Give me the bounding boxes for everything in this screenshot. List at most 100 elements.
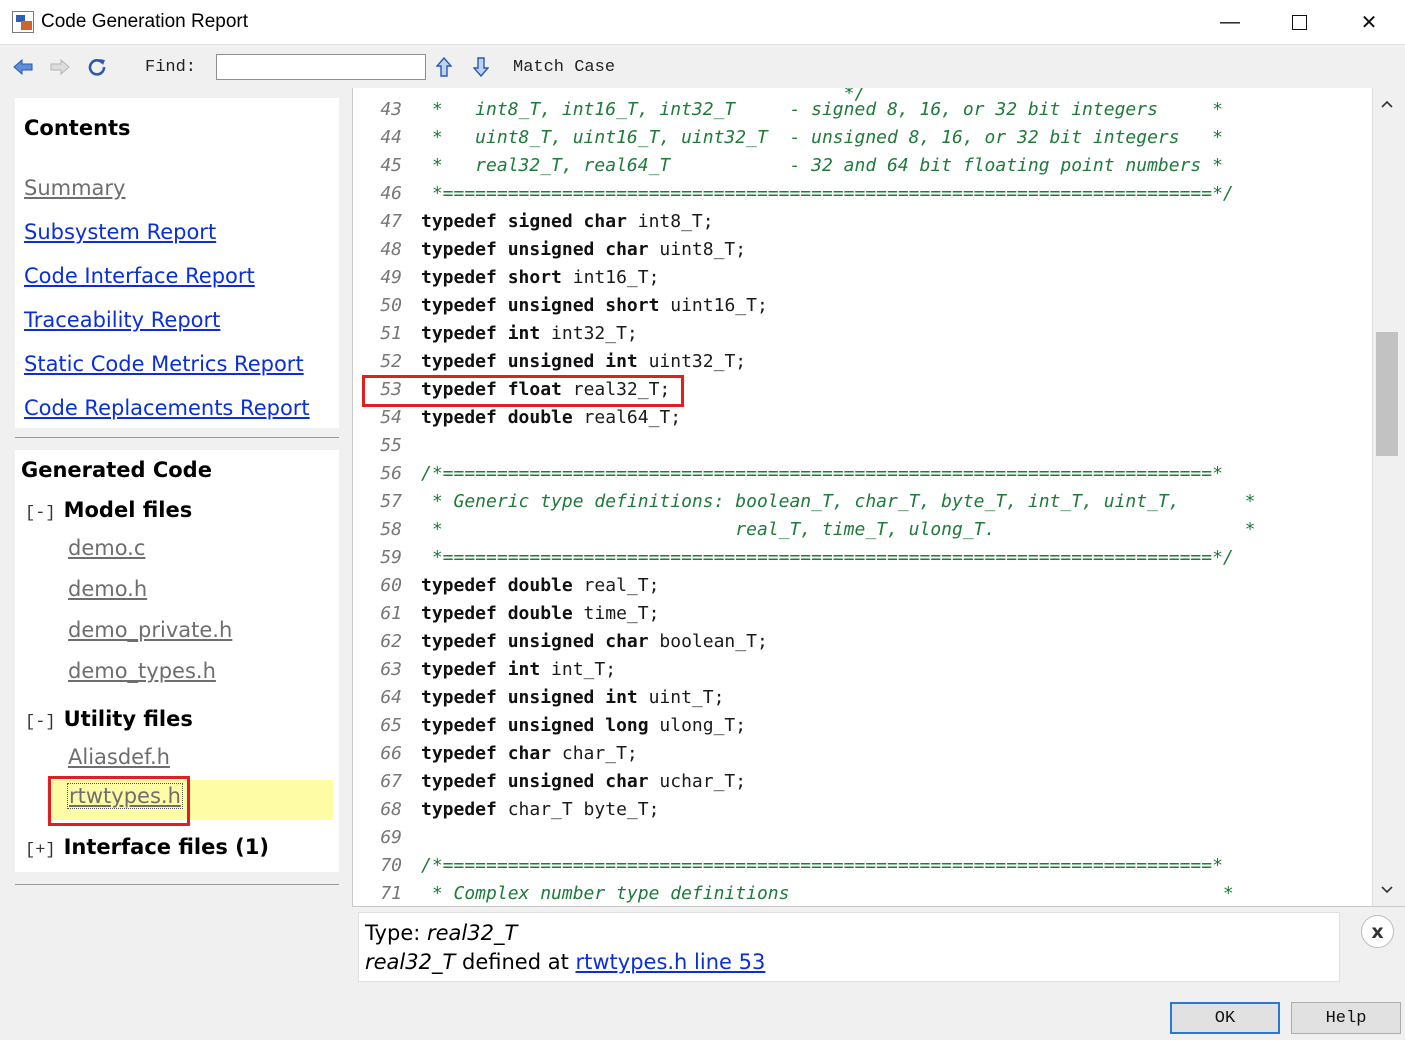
code-text: real_T;: [572, 575, 660, 596]
code-statement: typedef double real_T;: [421, 572, 659, 600]
code-statement: typedef unsigned short uint16_T;: [421, 292, 768, 320]
dialog-footer: OK Help: [0, 988, 1405, 1040]
refresh-icon[interactable]: [86, 56, 108, 78]
line-number: 66: [380, 743, 402, 764]
code-statement: typedef char char_T;: [421, 740, 638, 768]
line-number: 65: [380, 715, 402, 736]
contents-title: Contents: [24, 116, 131, 140]
help-button[interactable]: Help: [1291, 1002, 1401, 1034]
minimize-button[interactable]: —: [1195, 0, 1265, 45]
line-number: 48: [380, 239, 402, 260]
code-keyword: typedef int: [421, 659, 541, 680]
file-link-demo-h[interactable]: demo.h: [68, 577, 147, 601]
nav-link-subsystem-report[interactable]: Subsystem Report: [24, 220, 216, 244]
code-text: * uint8_T, uint16_T, uint32_T - unsigned…: [421, 127, 1223, 148]
file-link-demo-c[interactable]: demo.c: [68, 536, 145, 560]
nav-link-summary[interactable]: Summary: [24, 176, 125, 200]
code-text: uint8_T;: [648, 239, 747, 260]
line-number: 55: [380, 435, 402, 456]
code-text: int16_T;: [561, 267, 660, 288]
nav-link-static-code-metrics-report[interactable]: Static Code Metrics Report: [24, 352, 304, 376]
code-keyword: typedef int: [421, 323, 541, 344]
scroll-up-icon[interactable]: [1373, 90, 1401, 118]
code-keyword: typedef double: [421, 603, 573, 624]
definition-text: defined at: [455, 950, 576, 974]
close-info-button[interactable]: x: [1361, 915, 1394, 948]
code-text: int32_T;: [540, 323, 638, 344]
find-previous-icon[interactable]: [433, 56, 455, 78]
line-number: 43: [380, 99, 402, 120]
code-text: /*======================================…: [421, 463, 1223, 484]
line-number: 71: [380, 883, 402, 904]
generated-code-title: Generated Code: [21, 458, 212, 482]
code-text: time_T;: [572, 603, 660, 624]
definition-link[interactable]: rtwtypes.h line 53: [575, 950, 765, 974]
code-comment: * real32_T, real64_T - 32 and 64 bit flo…: [421, 152, 1223, 180]
code-keyword: typedef signed char: [421, 211, 627, 232]
nav-link-code-replacements-report[interactable]: Code Replacements Report: [24, 396, 310, 420]
file-link-demo-types-h[interactable]: demo_types.h: [68, 659, 216, 683]
scroll-thumb[interactable]: [1376, 332, 1398, 456]
code-keyword: typedef unsigned char: [421, 631, 649, 652]
close-window-button[interactable]: ✕: [1334, 0, 1404, 45]
line-number: 54: [380, 407, 402, 428]
find-input[interactable]: [216, 54, 426, 80]
file-link-rtwtypes-h[interactable]: rtwtypes.h: [67, 783, 183, 809]
scroll-down-icon[interactable]: [1373, 876, 1401, 904]
code-scrollbar[interactable]: [1372, 88, 1400, 906]
line-number: 61: [380, 603, 402, 624]
code-text: * real_T, time_T, ulong_T. *: [421, 519, 1256, 540]
type-value: real32_T: [427, 921, 518, 945]
maximize-button[interactable]: [1264, 0, 1334, 45]
close-icon: ✕: [1360, 12, 1378, 34]
code-view[interactable]: */ 43 * int8_T, int16_T, int32_T - signe…: [352, 88, 1372, 906]
code-keyword: typedef short: [421, 267, 562, 288]
nav-link-traceability-report[interactable]: Traceability Report: [24, 308, 220, 332]
code-text: *=======================================…: [421, 547, 1234, 568]
minimize-icon: —: [1220, 11, 1240, 33]
interface-files-toggle[interactable]: [+]: [25, 841, 56, 860]
app-icon: [12, 11, 34, 33]
line-number: 69: [380, 827, 402, 848]
code-text: *=======================================…: [421, 183, 1234, 204]
line-number: 46: [380, 183, 402, 204]
definition-info: real32_T defined at rtwtypes.h line 53: [365, 950, 765, 974]
model-files-toggle[interactable]: [-]: [25, 504, 56, 523]
code-keyword: typedef unsigned int: [421, 687, 638, 708]
code-text: * real32_T, real64_T - 32 and 64 bit flo…: [421, 155, 1223, 176]
line-number: 68: [380, 799, 402, 820]
code-text: boolean_T;: [648, 631, 768, 652]
code-text: uint_T;: [637, 687, 725, 708]
code-statement: typedef unsigned long ulong_T;: [421, 712, 746, 740]
line-number: 44: [380, 127, 402, 148]
code-statement: typedef double time_T;: [421, 600, 659, 628]
back-arrow-icon[interactable]: [12, 56, 34, 78]
type-label: Type:: [365, 921, 427, 945]
code-keyword: typedef unsigned long: [421, 715, 649, 736]
line-number: 51: [380, 323, 402, 344]
match-case-toggle[interactable]: Match Case: [513, 58, 615, 77]
line-number: 57: [380, 491, 402, 512]
file-link-demo-private-h[interactable]: demo_private.h: [68, 618, 232, 642]
code-statement: typedef signed char int8_T;: [421, 208, 714, 236]
code-text: * Complex number type definitions *: [421, 883, 1234, 904]
ok-button[interactable]: OK: [1170, 1002, 1280, 1034]
line-number: 53: [380, 379, 402, 400]
find-next-icon[interactable]: [470, 56, 492, 78]
code-keyword: typedef float: [421, 379, 562, 400]
toolbar: Find: Match Case: [0, 46, 1405, 88]
nav-link-code-interface-report[interactable]: Code Interface Report: [24, 264, 255, 288]
generated-code-panel: Generated Code [-] Model files demo.c de…: [15, 450, 339, 872]
code-keyword: typedef unsigned short: [421, 295, 660, 316]
code-comment: /*======================================…: [421, 852, 1223, 880]
title-bar: Code Generation Report — ✕: [0, 0, 1405, 45]
file-link-aliasdef-h[interactable]: Aliasdef.h: [68, 745, 170, 769]
info-pane: Type: real32_T real32_T defined at rtwty…: [352, 906, 1405, 988]
forward-arrow-icon[interactable]: [49, 56, 71, 78]
interface-files-label: Interface files (1): [63, 835, 269, 859]
line-number: 64: [380, 687, 402, 708]
utility-files-toggle[interactable]: [-]: [25, 713, 56, 732]
code-keyword: typedef unsigned char: [421, 239, 649, 260]
line-number: 52: [380, 351, 402, 372]
code-text: uint16_T;: [659, 295, 768, 316]
